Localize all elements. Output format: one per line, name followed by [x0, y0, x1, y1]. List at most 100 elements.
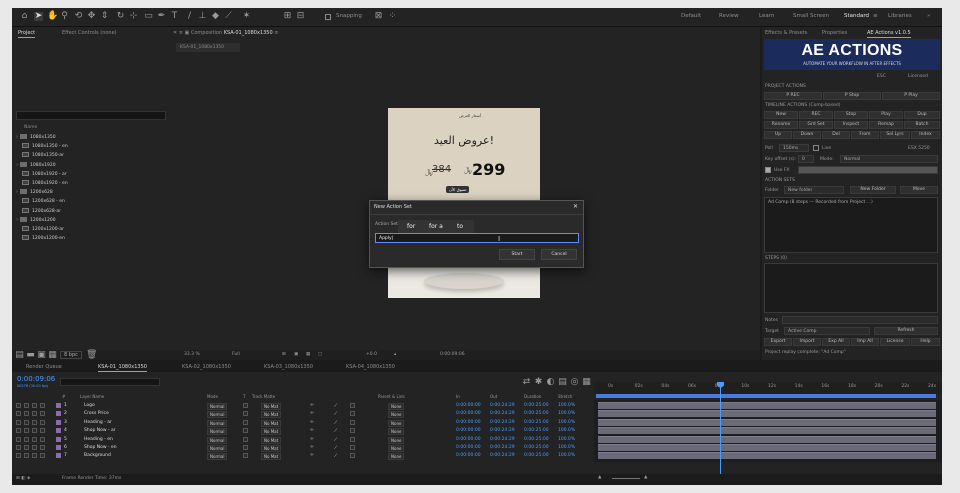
- fx-switch-icon[interactable]: ⟋: [334, 445, 337, 451]
- preserve-transparency-toggle[interactable]: [243, 453, 248, 459]
- layer-duration[interactable]: 0:00:25:00: [524, 403, 549, 408]
- use-fx-checkbox[interactable]: [765, 167, 771, 173]
- tl-sel-lyrs-button[interactable]: Sel Lyrs: [880, 131, 910, 139]
- lock-toggle-icon[interactable]: [40, 403, 45, 408]
- project-folder[interactable]: › 1200x628: [16, 189, 166, 197]
- pen-tool-icon[interactable]: ✒: [157, 12, 166, 21]
- layer-row[interactable]: 5 Heading - en Normal No Mat ⊹ ⟋ None 0:00:00:0…: [12, 436, 594, 444]
- tab-ksa-03[interactable]: KSA-03_1080x1350: [264, 364, 313, 370]
- layer-duration[interactable]: 0:00:25:00: [524, 411, 549, 416]
- blend-mode-dropdown[interactable]: Normal: [207, 428, 228, 436]
- align-icon[interactable]: ⊞: [283, 12, 292, 21]
- parent-dropdown[interactable]: None: [388, 436, 405, 444]
- move-button[interactable]: Move: [900, 186, 938, 194]
- action-set-item[interactable]: Ad Comp (8 steps — Recorded from Project…: [768, 200, 873, 205]
- layer-name[interactable]: Shop Now - ar: [84, 428, 116, 433]
- distribute-icon[interactable]: ⊟: [296, 12, 305, 21]
- zoom-out-icon[interactable]: ▲: [598, 475, 601, 480]
- lock-toggle-icon[interactable]: [40, 411, 45, 417]
- snap-options-icon[interactable]: ⁘: [388, 12, 397, 21]
- layer-name[interactable]: Heading - ar: [84, 420, 112, 425]
- orbit-tool-icon[interactable]: ⟲: [74, 12, 83, 21]
- layer-duration[interactable]: 0:00:25:00: [524, 453, 549, 458]
- visibility-toggle-icon[interactable]: [16, 411, 21, 417]
- p-play-button[interactable]: P Play: [882, 92, 940, 100]
- layer-duration-bar[interactable]: [598, 427, 936, 435]
- puppet-tool-icon[interactable]: ✶: [242, 12, 251, 21]
- composition-tab[interactable]: ✕ ≡ ▣ Composition KSA-01_1080x1350 ≡: [173, 30, 278, 36]
- layer-row[interactable]: 3 Heading - ar Normal No Mat ⊹ ⟋ None 0:00:00:0…: [12, 419, 594, 427]
- motion-blur-switch[interactable]: [350, 445, 355, 450]
- tl-play-button[interactable]: Play: [869, 111, 903, 119]
- visibility-toggle-icon[interactable]: [16, 428, 21, 434]
- tab-ksa-04[interactable]: KSA-04_1080x1350: [346, 364, 395, 370]
- solo-toggle-icon[interactable]: [32, 453, 37, 459]
- fx-selector[interactable]: [798, 166, 938, 174]
- mode-dropdown[interactable]: Normal: [840, 155, 938, 163]
- preserve-transparency-toggle[interactable]: [243, 428, 248, 434]
- project-composition[interactable]: 1080x1350-ar: [16, 152, 166, 160]
- preserve-transparency-toggle[interactable]: [243, 419, 248, 425]
- project-composition[interactable]: 1200x628-ar: [16, 207, 166, 216]
- trash-icon[interactable]: 🗑: [86, 351, 97, 360]
- workspace-learn[interactable]: Learn: [759, 13, 774, 19]
- layer-in-point[interactable]: 0:00:00:00: [456, 420, 481, 425]
- comp-sub-tab[interactable]: KSA-01_1080x1350: [176, 43, 240, 52]
- solo-toggle-icon[interactable]: [32, 419, 37, 425]
- tl-inspect-button[interactable]: Inspect: [834, 121, 868, 129]
- layer-stretch[interactable]: 100.0%: [558, 453, 575, 458]
- draft-3d-icon[interactable]: ✱: [534, 378, 543, 387]
- layer-stretch[interactable]: 100.0%: [558, 411, 575, 416]
- eraser-tool-icon[interactable]: ◆: [211, 12, 220, 21]
- blend-mode-dropdown[interactable]: Normal: [207, 411, 228, 419]
- lock-toggle-icon[interactable]: [40, 445, 45, 450]
- lock-toggle-icon[interactable]: [40, 428, 45, 434]
- rectangle-tool-icon[interactable]: ▭: [144, 12, 153, 21]
- home-icon[interactable]: ⌂: [20, 12, 29, 21]
- license-button[interactable]: License: [880, 338, 910, 346]
- steps-list[interactable]: [764, 263, 938, 313]
- tl-rename-button[interactable]: Rename: [764, 121, 798, 129]
- track-matte-dropdown[interactable]: No Mat: [261, 445, 282, 452]
- new-folder-button[interactable]: New Folder: [850, 186, 896, 194]
- target-dropdown[interactable]: Active Comp: [784, 327, 870, 335]
- graph-editor-icon[interactable]: ⇄: [522, 378, 531, 387]
- timeline-search-input[interactable]: [60, 378, 160, 386]
- interpret-footage-icon[interactable]: ▤: [15, 351, 24, 360]
- brush-tool-icon[interactable]: /: [185, 12, 194, 21]
- tab-ksa-01[interactable]: KSA-01_1080x1350: [98, 364, 147, 372]
- project-composition[interactable]: 1200x1200-en: [16, 235, 166, 243]
- visibility-toggle-icon[interactable]: [16, 419, 21, 425]
- motion-blur-switch[interactable]: [350, 436, 355, 442]
- workspace-default[interactable]: Default: [681, 13, 701, 19]
- exp-all-button[interactable]: Exp All: [822, 338, 850, 346]
- p-stop-button[interactable]: P Stop: [823, 92, 881, 100]
- layer-name[interactable]: Logo: [84, 403, 95, 408]
- project-folder[interactable]: › 1080x1350: [16, 134, 166, 142]
- audio-toggle-icon[interactable]: [24, 403, 29, 408]
- preserve-transparency-toggle[interactable]: [243, 403, 248, 408]
- layer-out-point[interactable]: 0:00:24:29: [490, 411, 515, 416]
- preserve-transparency-toggle[interactable]: [243, 445, 248, 450]
- fx-switch-icon[interactable]: ⟋: [334, 453, 337, 459]
- tl-new-button[interactable]: New: [764, 111, 798, 119]
- solo-toggle-icon[interactable]: [32, 403, 37, 408]
- track-matte-dropdown[interactable]: No Mat: [261, 419, 282, 427]
- visibility-toggle-icon[interactable]: [16, 453, 21, 459]
- rotate-tool-icon[interactable]: ↻: [116, 12, 125, 21]
- parent-dropdown[interactable]: None: [388, 453, 405, 461]
- zoom-dropdown[interactable]: 33.3 %: [184, 352, 200, 357]
- lock-toggle-icon[interactable]: [40, 419, 45, 425]
- clone-tool-icon[interactable]: ⊥: [198, 12, 207, 21]
- layer-label-color[interactable]: [56, 453, 61, 459]
- notes-input[interactable]: [782, 316, 938, 324]
- layer-name[interactable]: Background: [84, 453, 111, 458]
- project-composition[interactable]: 1080x1920 - en: [16, 180, 166, 188]
- action-set-name-input[interactable]: Apply|: [375, 233, 579, 243]
- roto-tool-icon[interactable]: ⟋: [224, 12, 233, 21]
- layer-label-color[interactable]: [56, 436, 61, 442]
- project-settings-icon[interactable]: ▦: [48, 351, 57, 360]
- layer-stretch[interactable]: 100.0%: [558, 437, 575, 442]
- visibility-toggle-icon[interactable]: [16, 445, 21, 450]
- fx-switch-icon[interactable]: ⟋: [334, 420, 337, 426]
